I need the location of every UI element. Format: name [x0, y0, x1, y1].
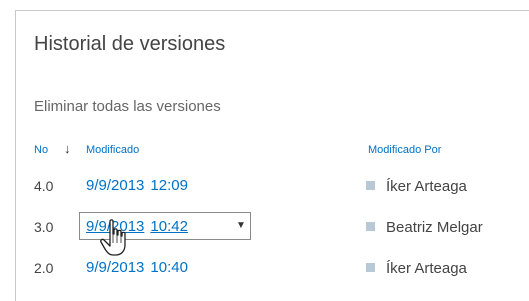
table-row: 2.0 9/9/2013 10:40 Íker Arteaga [16, 252, 529, 286]
column-header-modified[interactable]: Modificado [86, 144, 139, 156]
dropdown-caret-icon[interactable]: ▼ [236, 220, 246, 231]
presence-status-icon [366, 263, 375, 272]
delete-all-versions-link[interactable]: Eliminar todas las versiones [34, 98, 221, 115]
dialog-title: Historial de versiones [34, 33, 226, 55]
version-date: 9/9/2013 [86, 259, 145, 276]
user-name: Íker Arteaga [386, 178, 467, 195]
table-row: 3.0 9/9/2013 10:42 ▼ Beatriz Melgar [16, 211, 529, 245]
version-time: 10:40 [150, 259, 188, 276]
table-row: 4.0 9/9/2013 12:09 Íker Arteaga [16, 170, 529, 204]
version-time: 12:09 [150, 177, 188, 194]
presence-status-icon [366, 222, 375, 231]
version-number: 4.0 [34, 178, 54, 194]
sort-descending-icon: ↓ [64, 141, 71, 156]
modified-by-user[interactable]: Beatriz Melgar [366, 219, 483, 236]
version-date: 9/9/2013 [86, 177, 145, 194]
user-name: Íker Arteaga [386, 260, 467, 277]
column-header-no[interactable]: No [34, 144, 48, 156]
version-date-link[interactable]: 9/9/2013 12:09 [86, 177, 188, 194]
version-date-link[interactable]: 9/9/2013 10:42 [86, 218, 188, 235]
column-header-modified-by[interactable]: Modificado Por [368, 144, 441, 156]
version-history-dialog: Historial de versiones Eliminar todas la… [15, 10, 529, 301]
version-number: 3.0 [34, 219, 54, 235]
version-date: 9/9/2013 [86, 218, 145, 235]
modified-by-user[interactable]: Íker Arteaga [366, 178, 467, 195]
version-date-link[interactable]: 9/9/2013 10:40 [86, 259, 188, 276]
modified-by-user[interactable]: Íker Arteaga [366, 260, 467, 277]
presence-status-icon [366, 181, 375, 190]
user-name: Beatriz Melgar [386, 219, 483, 236]
version-number: 2.0 [34, 260, 54, 276]
version-time: 10:42 [150, 218, 188, 235]
